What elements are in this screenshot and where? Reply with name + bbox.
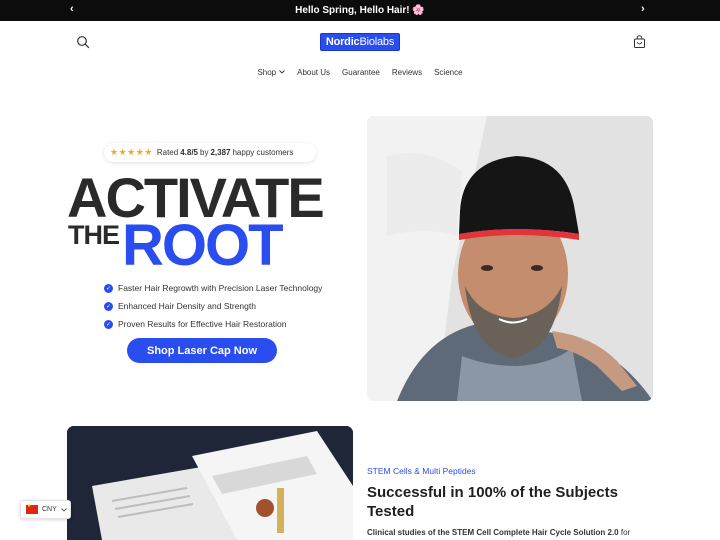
benefit-text: Enhanced Hair Density and Strength [118,301,256,311]
announcement-text: Hello Spring, Hello Hair! 🌸 [295,5,425,16]
section-heading: Successful in 100% of the Subjects Teste… [367,484,618,520]
main-nav: Shop About Us Guarantee Reviews Science [0,63,720,81]
logo-bold-text: Nordic [325,36,360,48]
china-flag-icon [26,503,38,514]
currency-code: CNY [42,506,57,513]
nav-guarantee-label: Guarantee [342,67,380,77]
nav-shop-label: Shop [257,67,277,77]
rating-count: 2,387 [210,148,231,157]
check-icon: ✓ [104,283,113,293]
rating-prefix: Rated [156,148,179,157]
product-box-illustration [67,426,353,540]
rating-badge: ★★★★★ Rated 4.8/5 by 2,387 happy custome… [104,143,316,162]
nav-science-label: Science [434,67,463,77]
star-rating-icon: ★★★★★ [110,147,153,157]
benefit-item: ✓ Proven Results for Effective Hair Rest… [104,315,322,333]
search-icon[interactable] [76,35,90,49]
nav-item-reviews[interactable]: Reviews [392,63,422,81]
benefit-text: Faster Hair Regrowth with Precision Lase… [118,283,323,293]
prev-announcement-button[interactable]: ‹ [70,3,74,15]
site-header: Nordic Biolabs [0,21,720,65]
logo-light-text: Biolabs [359,36,395,48]
bag-icon[interactable] [633,35,646,49]
check-icon: ✓ [104,319,113,329]
hero-model-image [367,116,653,401]
brand-logo[interactable]: Nordic Biolabs [320,33,400,51]
next-announcement-button[interactable]: › [641,3,645,15]
rating-by: by [200,148,209,157]
benefit-list: ✓ Faster Hair Regrowth with Precision La… [104,279,322,333]
body-prefix: Clinical studies of the [367,528,450,537]
chevron-down-icon [279,70,285,74]
rating-suffix: happy customers [232,148,294,157]
nav-about-label: About Us [297,67,331,77]
nav-item-guarantee[interactable]: Guarantee [342,63,380,81]
benefit-item: ✓ Enhanced Hair Density and Strength [104,297,322,315]
nav-reviews-label: Reviews [391,67,423,77]
man-wearing-laser-cap-illustration [367,116,653,401]
hero-headline-the: THE [68,220,120,250]
nav-item-about-us[interactable]: About Us [297,63,330,81]
announcement-bar: ‹ Hello Spring, Hello Hair! 🌸 › [0,0,720,21]
body-bold-product: STEM Cell Complete Hair Cycle Solution 2… [451,528,619,537]
chevron-down-icon [60,507,67,512]
nav-item-science[interactable]: Science [434,63,462,81]
hero-headline-root: ROOT [122,213,284,278]
product-packaging-image [67,426,353,540]
benefit-item: ✓ Faster Hair Regrowth with Precision La… [104,279,322,297]
section-eyebrow: STEM Cells & Multi Peptides [367,466,476,476]
rating-score: 4.8/5 [180,148,198,157]
shop-laser-cap-button[interactable]: Shop Laser Cap Now [127,338,277,363]
check-icon: ✓ [104,301,113,311]
benefit-text: Proven Results for Effective Hair Restor… [118,319,287,329]
section-body: Clinical studies of the STEM Cell Comple… [367,528,657,537]
body-suffix: for [620,528,631,537]
currency-selector[interactable]: CNY [20,500,71,519]
nav-item-shop[interactable]: Shop [257,63,285,81]
